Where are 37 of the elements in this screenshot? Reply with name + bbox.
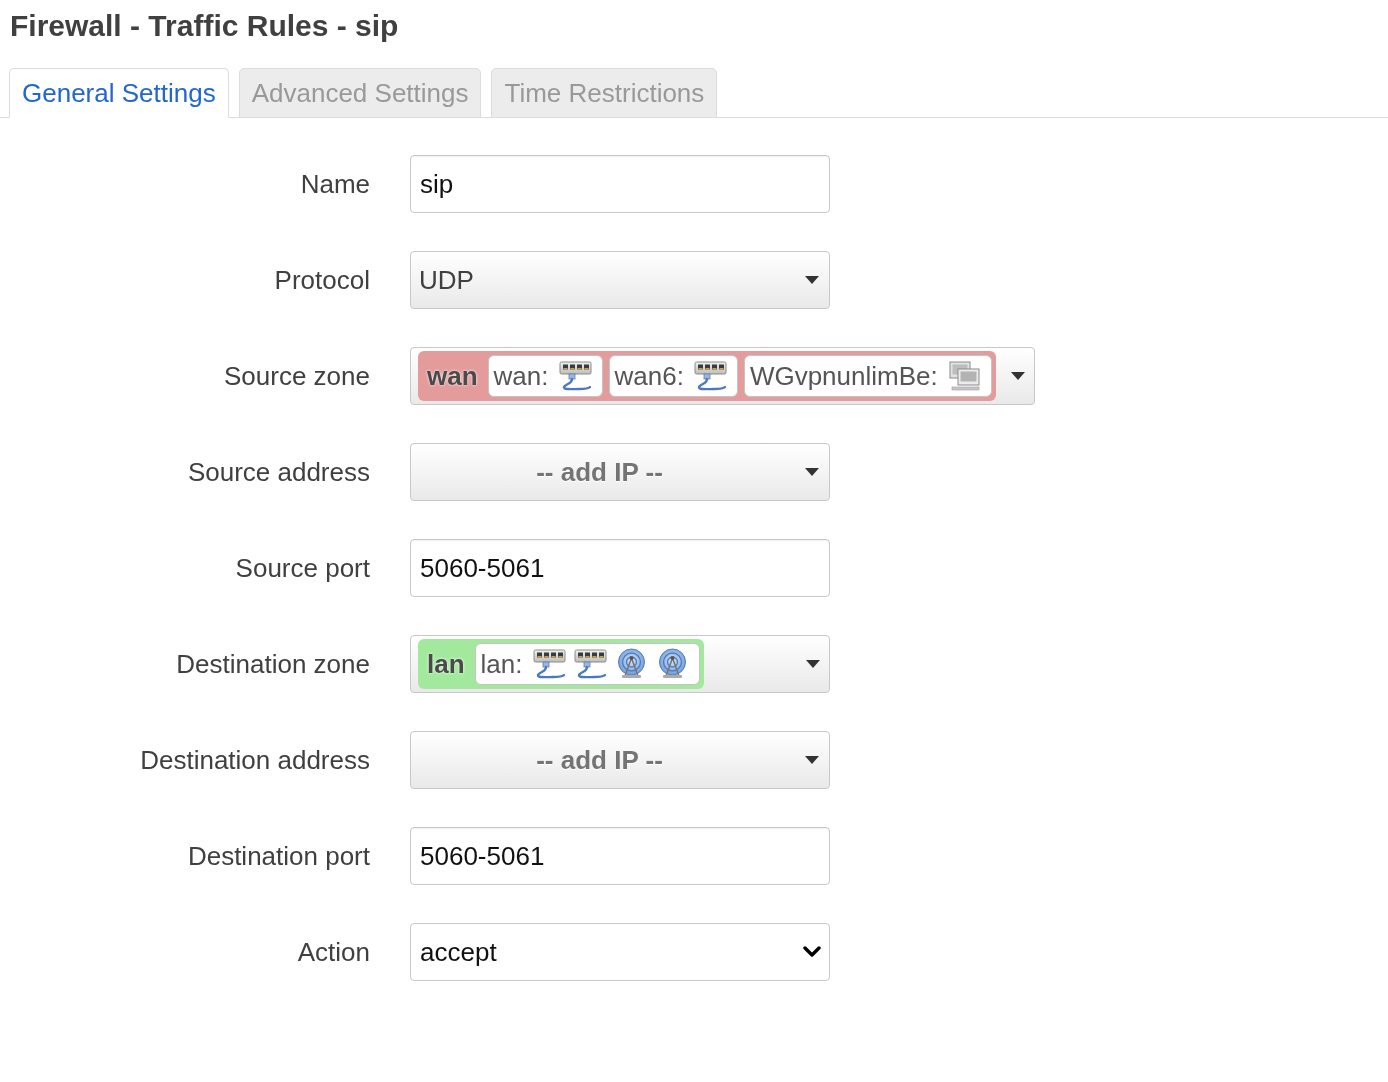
overlapping-windows-icon [947,360,981,392]
chevron-icon [803,946,821,958]
ethernet-port-icon [532,648,566,680]
caret-icon [805,276,819,284]
input-field[interactable]: 5060-5061 [410,827,830,885]
zone-name: lan [427,648,465,680]
field-label: Source address [187,457,370,487]
field-label: Name [300,169,370,199]
dropdown[interactable]: -- add IP -- [410,443,830,501]
network-name: WGvpnunlimBe: [749,360,938,392]
field-label: Protocol [274,265,370,295]
network-name: lan: [480,648,523,680]
caret-icon [1010,372,1025,380]
ethernet-port-icon [558,360,592,392]
zone-dropdown[interactable]: lan lan: [410,635,830,693]
zone-name: wan [427,360,478,392]
input-field[interactable]: 5060-5061 [410,539,830,597]
field-label: Destination port [187,841,370,871]
caret-icon [805,468,819,476]
input-field[interactable]: sip [410,155,830,213]
network-name: wan: [493,360,549,392]
dropdown[interactable]: accept [410,923,830,981]
field-label: Source port [235,553,370,583]
field-label: Source zone [224,361,370,391]
ethernet-port-icon [573,648,607,680]
dropdown[interactable]: UDP [410,251,830,309]
tab[interactable]: General Settings [9,68,229,118]
zone-dropdown[interactable]: wan wan: wan6: WGvpnunlimBe: [410,347,1035,405]
field-label: Action [297,937,370,967]
ethernet-port-icon [693,360,727,392]
field-label: Destination address [140,745,370,775]
caret-icon [805,756,819,764]
dropdown[interactable]: -- add IP -- [410,731,830,789]
page-title: Firewall - Traffic Rules - sip [10,8,399,44]
field-label: Destination zone [176,649,370,679]
network-name: wan6: [614,360,684,392]
caret-icon [806,660,820,668]
